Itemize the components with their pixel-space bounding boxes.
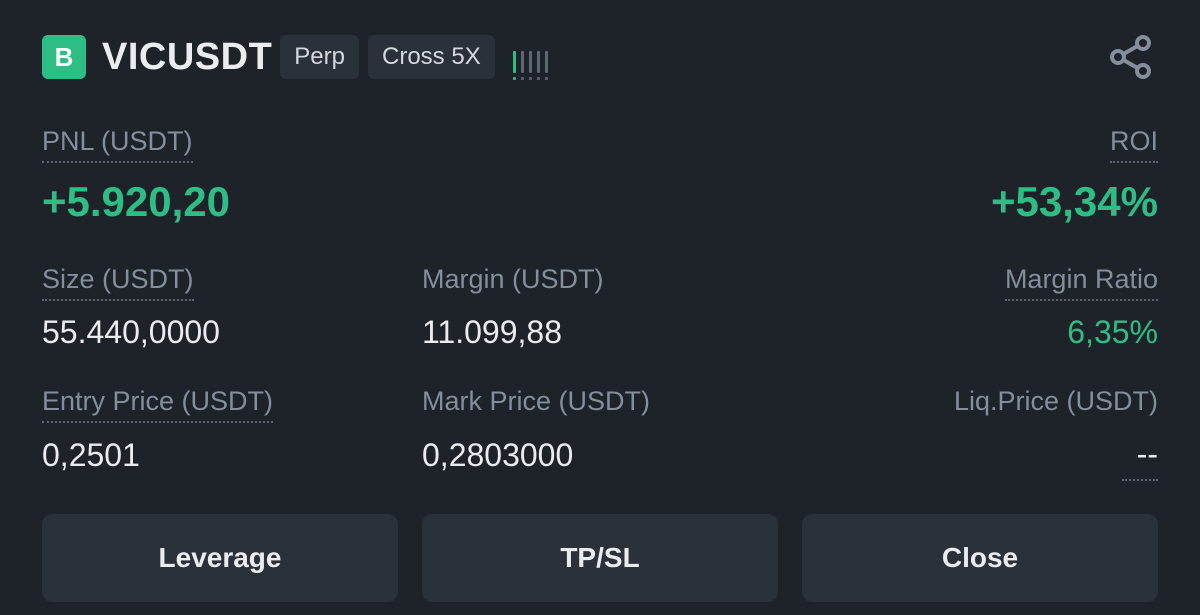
mark-price-label: Mark Price (USDT) <box>422 386 650 416</box>
roi-label[interactable]: ROI <box>1109 126 1158 163</box>
tpsl-button[interactable]: TP/SL <box>422 514 778 602</box>
margin-value: 11.099,88 <box>422 314 562 350</box>
margin-ratio-value: 6,35% <box>1067 314 1158 350</box>
pnl-label[interactable]: PNL (USDT) <box>42 126 193 163</box>
risk-bar <box>536 51 540 80</box>
position-card: B VICUSDT Perp Cross 5X PNL (USDT) +5.92… <box>0 0 1200 615</box>
pnl-value: +5.920,20 <box>42 178 231 225</box>
contract-type-tag: Perp <box>280 35 359 79</box>
risk-bar <box>544 51 548 80</box>
leverage-button[interactable]: Leverage <box>42 514 398 602</box>
risk-bar <box>512 51 516 80</box>
mark-price-value: 0,2803000 <box>422 437 574 473</box>
entry-price-value: 0,2501 <box>42 437 140 473</box>
margin-label: Margin (USDT) <box>422 264 604 294</box>
margin-ratio-label[interactable]: Margin Ratio <box>1004 264 1158 301</box>
entry-price-label[interactable]: Entry Price (USDT) <box>42 386 274 423</box>
close-button[interactable]: Close <box>802 514 1158 602</box>
margin-mode-tag[interactable]: Cross 5X <box>368 35 495 79</box>
symbol-title[interactable]: VICUSDT <box>102 36 272 79</box>
risk-bar <box>520 51 524 80</box>
size-value: 55.440,0000 <box>42 314 220 350</box>
size-label[interactable]: Size (USDT) <box>42 264 194 301</box>
position-header: B VICUSDT Perp Cross 5X <box>42 34 548 80</box>
liq-price-value[interactable]: -- <box>1122 436 1158 481</box>
risk-bar <box>528 51 532 80</box>
roi-value: +53,34% <box>991 178 1158 225</box>
side-badge: B <box>42 35 86 79</box>
risk-bars-icon <box>512 41 548 80</box>
share-icon[interactable] <box>1106 32 1156 82</box>
liq-price-label: Liq.Price (USDT) <box>953 386 1158 416</box>
